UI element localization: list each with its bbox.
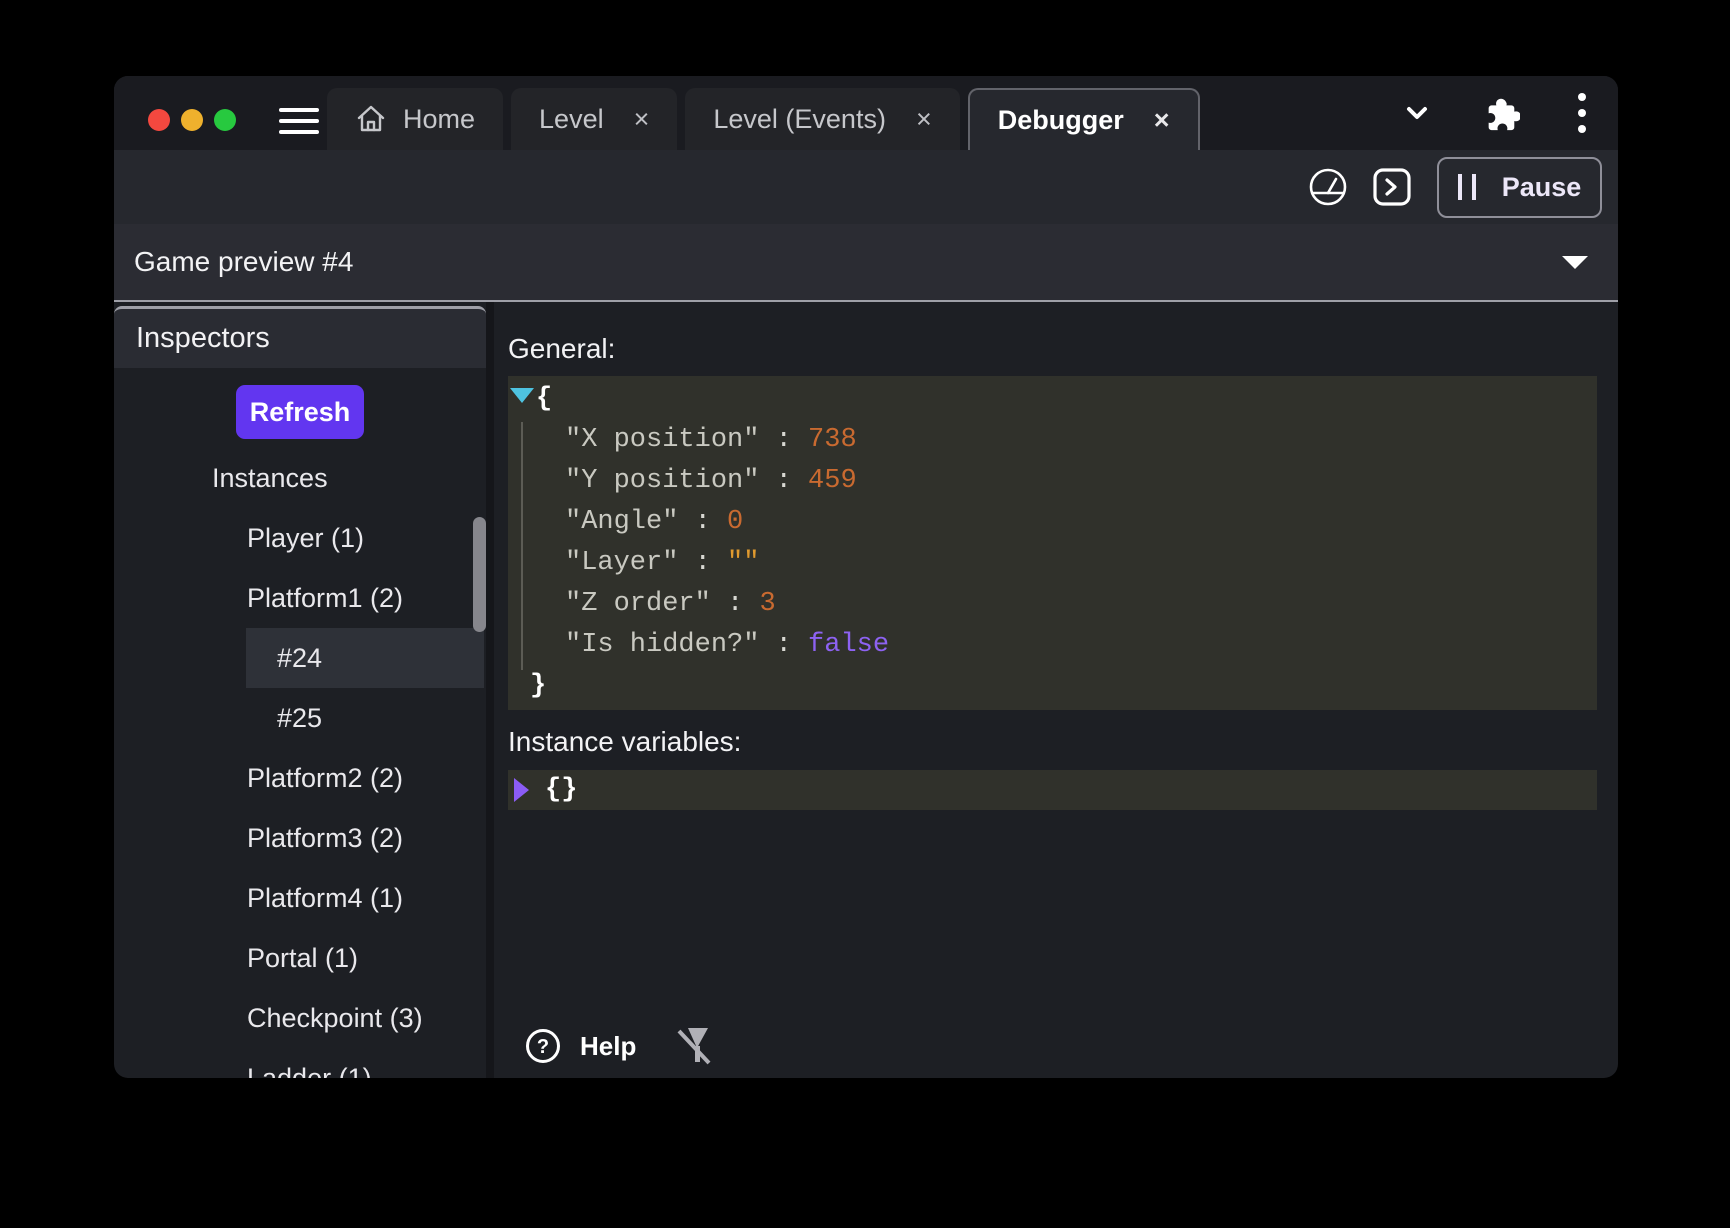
app-window: Home Level × Level (Events) × Debugger × (114, 76, 1618, 1078)
tab-label: Debugger (998, 105, 1124, 136)
tree-item-platform2[interactable]: Platform2 (2) (114, 748, 486, 808)
tab-level-events[interactable]: Level (Events) × (685, 88, 959, 150)
menu-hamburger-icon[interactable] (279, 108, 319, 134)
json-line-z-order: "Z order" : 3 (508, 583, 1597, 624)
tree-item-platform4[interactable]: Platform4 (1) (114, 868, 486, 928)
tree-item-platform3[interactable]: Platform3 (2) (114, 808, 486, 868)
pause-icon (1458, 174, 1476, 200)
angle-value: 0 (727, 507, 743, 537)
help-label[interactable]: Help (580, 1031, 636, 1062)
general-properties-json: { "X position" : 738 "Y position" : 459 … (508, 376, 1597, 710)
titlebar-actions (1400, 76, 1618, 150)
refresh-button[interactable]: Refresh (236, 385, 364, 439)
json-open-line: { (508, 378, 1597, 419)
tab-debugger[interactable]: Debugger × (968, 88, 1200, 150)
debugger-content: Inspectors Refresh Instances Player (1) … (114, 302, 1618, 1078)
inspectors-sidebar: Inspectors Refresh Instances Player (1) … (114, 302, 486, 1078)
game-preview-selector[interactable]: Game preview #4 (114, 224, 1618, 302)
minimize-window-button[interactable] (181, 109, 203, 131)
extensions-puzzle-icon[interactable] (1482, 94, 1520, 132)
tab-strip: Home Level × Level (Events) × Debugger × (114, 76, 1618, 150)
console-icon[interactable] (1371, 166, 1413, 208)
tree-item-portal[interactable]: Portal (1) (114, 928, 486, 988)
close-icon[interactable]: × (916, 106, 932, 133)
pause-button-label: Pause (1502, 172, 1582, 203)
inspectors-title: Inspectors (136, 322, 270, 355)
tree-item-instance-24[interactable]: #24 (246, 628, 484, 688)
json-line-y-position: "Y position" : 459 (508, 460, 1597, 501)
debugger-toolbar: Pause (114, 150, 1618, 224)
expander-collapsed-icon[interactable] (514, 778, 529, 802)
help-question-icon[interactable]: ? (524, 1027, 562, 1065)
tab-label: Level (Events) (713, 104, 886, 135)
inspectors-header: Inspectors (114, 306, 486, 368)
panel-divider (486, 302, 494, 1078)
sidebar-scrollbar[interactable] (473, 517, 486, 632)
tab-bar: Home Level × Level (Events) × Debugger × (327, 88, 1200, 150)
pin-off-icon[interactable] (676, 1024, 712, 1068)
tree-item-ladder[interactable]: Ladder (1) (114, 1048, 486, 1078)
instances-tree: Instances Player (1) Platform1 (2) #24 #… (114, 448, 486, 1078)
tree-item-checkpoint[interactable]: Checkpoint (3) (114, 988, 486, 1048)
x-position-value: 738 (808, 425, 857, 455)
chevron-down-icon[interactable] (1400, 96, 1434, 130)
expander-open-icon[interactable] (510, 388, 534, 403)
y-position-value: 459 (808, 466, 857, 496)
pause-button[interactable]: Pause (1437, 157, 1602, 218)
tab-label: Level (539, 104, 604, 135)
empty-object-value: {} (545, 775, 577, 805)
close-icon[interactable]: × (1154, 107, 1170, 134)
is-hidden-value: false (808, 630, 889, 660)
json-line-x-position: "X position" : 738 (508, 419, 1597, 460)
tab-level[interactable]: Level × (511, 88, 677, 150)
profiler-gauge-icon[interactable] (1307, 166, 1349, 208)
more-options-icon[interactable] (1576, 89, 1588, 137)
json-line-is-hidden: "Is hidden?" : false (508, 624, 1597, 665)
close-icon[interactable]: × (634, 106, 650, 133)
tree-item-platform1[interactable]: Platform1 (2) (114, 568, 486, 628)
close-window-button[interactable] (148, 109, 170, 131)
json-line-layer: "Layer" : "" (508, 542, 1597, 583)
inspector-detail-panel: General: { "X position" : 738 "Y positio… (494, 302, 1618, 1078)
instance-variables-json: {} (508, 770, 1597, 810)
layer-value: "" (727, 548, 759, 578)
tab-home[interactable]: Home (327, 88, 503, 150)
tree-item-instance-25[interactable]: #25 (246, 688, 484, 748)
game-preview-title: Game preview #4 (134, 246, 353, 278)
tab-label: Home (403, 104, 475, 135)
tree-item-player[interactable]: Player (1) (114, 508, 486, 568)
z-order-value: 3 (759, 589, 775, 619)
indent-guide (521, 422, 523, 670)
home-icon (355, 103, 387, 135)
instance-variables-label: Instance variables: (508, 726, 1597, 758)
svg-text:?: ? (537, 1036, 549, 1058)
tree-root-instances[interactable]: Instances (114, 448, 486, 508)
zoom-window-button[interactable] (214, 109, 236, 131)
dropdown-caret-icon[interactable] (1562, 256, 1588, 269)
help-row: ? Help (524, 1024, 712, 1068)
json-line-angle: "Angle" : 0 (508, 501, 1597, 542)
window-controls (148, 109, 236, 131)
json-close-line: } (508, 665, 1597, 706)
general-section-label: General: (508, 333, 1597, 365)
